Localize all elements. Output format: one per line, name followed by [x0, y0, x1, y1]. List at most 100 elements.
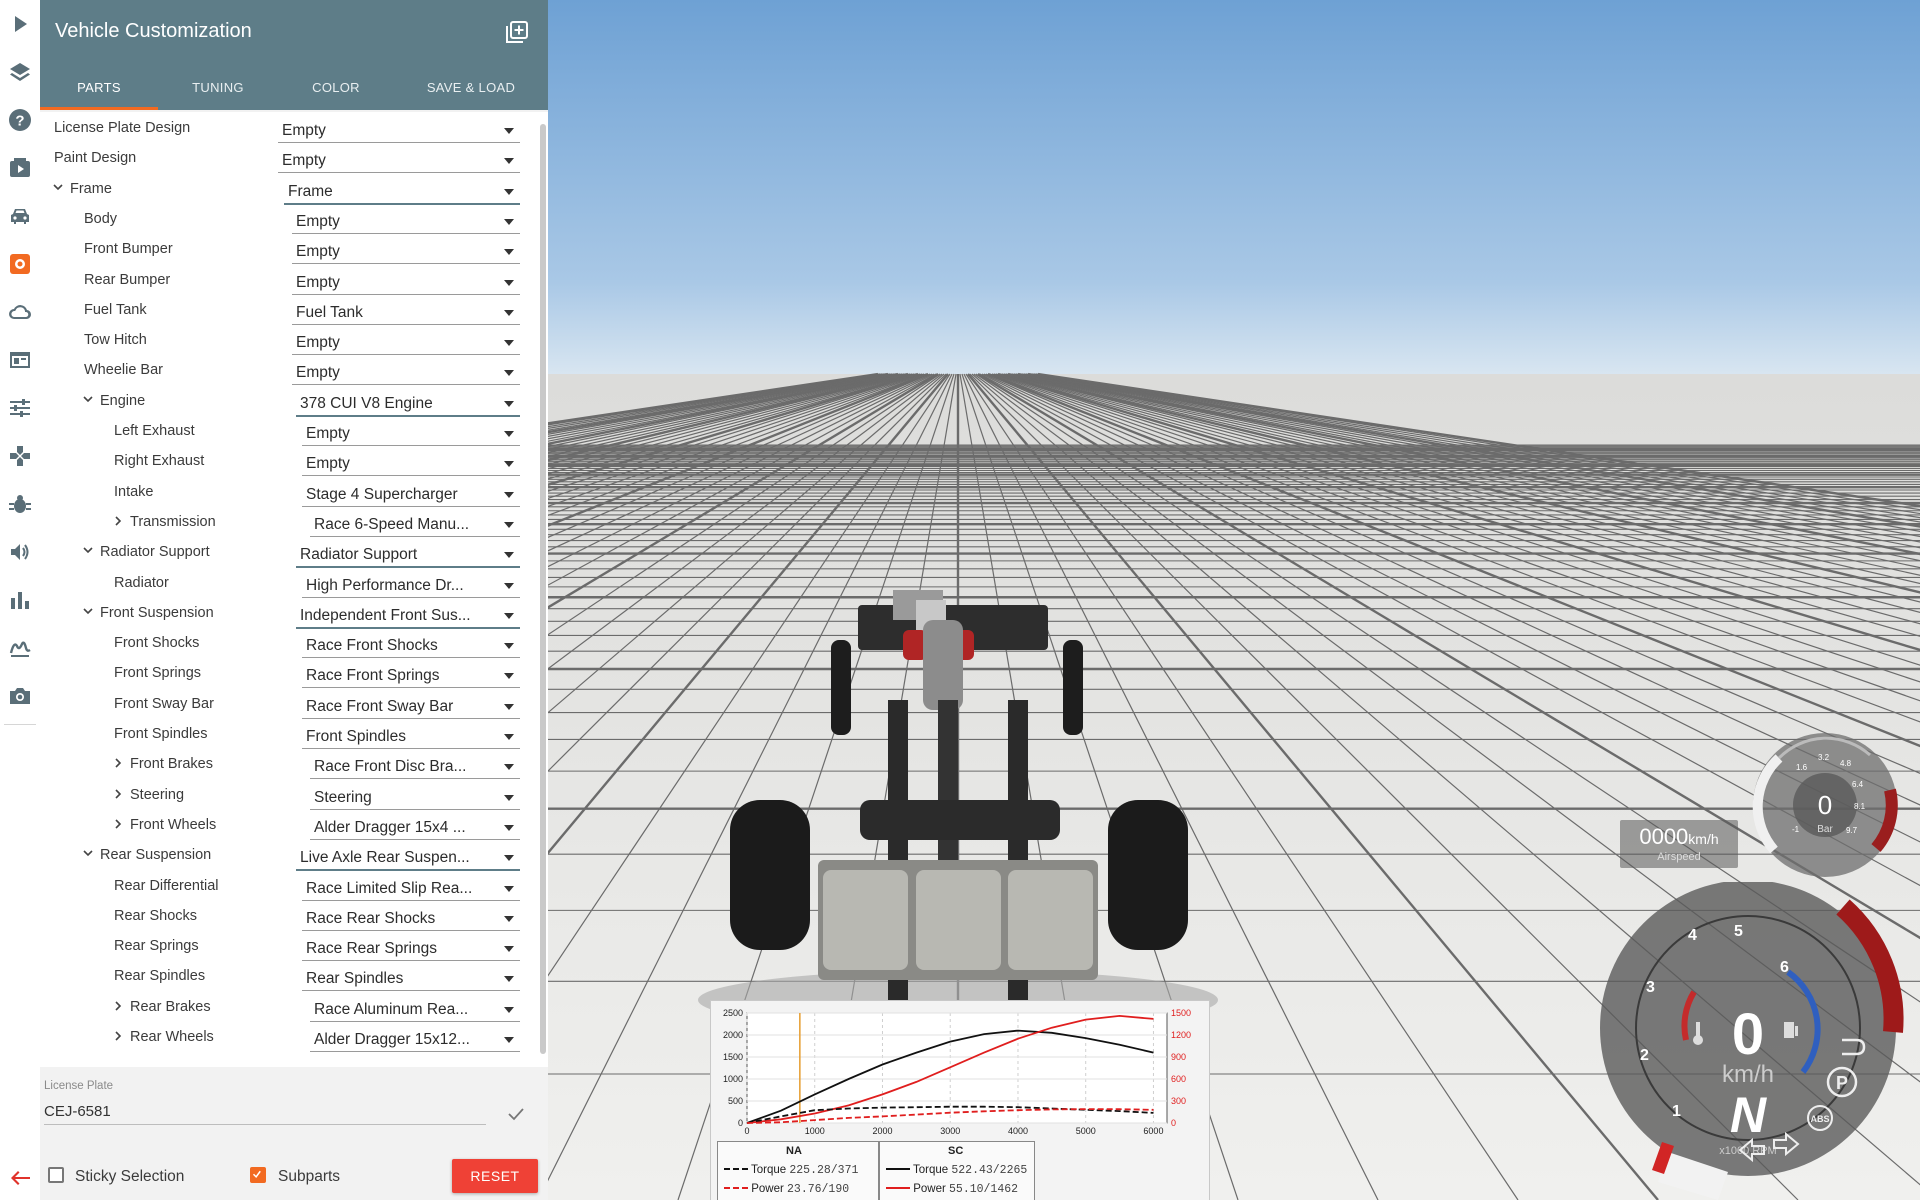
- sticky-selection-checkbox[interactable]: [48, 1167, 64, 1183]
- chevron-down-icon[interactable]: [52, 179, 66, 197]
- stats-icon[interactable]: [6, 586, 34, 614]
- part-select[interactable]: Stage 4 Supercharger: [302, 480, 520, 507]
- part-row[interactable]: Front Springs Race Front Springs: [40, 659, 540, 689]
- chevron-down-icon[interactable]: [82, 845, 96, 863]
- chevron-down-icon[interactable]: [82, 391, 96, 409]
- part-select[interactable]: Steering: [310, 783, 520, 810]
- reset-button[interactable]: RESET: [452, 1159, 538, 1193]
- part-select[interactable]: Race Front Sway Bar: [302, 692, 520, 719]
- part-row[interactable]: Front Shocks Race Front Shocks: [40, 629, 540, 659]
- tab-color[interactable]: COLOR: [278, 80, 394, 95]
- part-row[interactable]: License Plate Design Empty: [40, 114, 540, 144]
- part-select[interactable]: Race Front Shocks: [302, 631, 520, 659]
- help-icon[interactable]: ?: [6, 106, 34, 134]
- camera-icon[interactable]: [6, 682, 34, 710]
- part-row[interactable]: Engine 378 CUI V8 Engine: [40, 387, 540, 417]
- 3d-viewport[interactable]: 0000km/h Airspeed 0 Bar 1.6 3.2 4.8 6.4 …: [548, 0, 1920, 1200]
- part-select[interactable]: Empty: [278, 146, 520, 174]
- part-row[interactable]: Paint Design Empty: [40, 144, 540, 174]
- part-row[interactable]: Rear Springs Race Rear Springs: [40, 932, 540, 962]
- chevron-down-icon[interactable]: [82, 603, 96, 621]
- part-row[interactable]: Fuel Tank Fuel Tank: [40, 296, 540, 326]
- part-select[interactable]: Race Rear Shocks: [302, 904, 520, 931]
- part-select[interactable]: Independent Front Sus...: [296, 601, 520, 629]
- part-select[interactable]: Empty: [278, 116, 520, 143]
- part-select[interactable]: Race 6-Speed Manu...: [310, 510, 520, 537]
- part-row[interactable]: Tow Hitch Empty: [40, 326, 540, 356]
- part-select[interactable]: Empty: [292, 207, 520, 234]
- part-select[interactable]: Alder Dragger 15x12...: [310, 1025, 520, 1052]
- part-row[interactable]: Wheelie Bar Empty: [40, 356, 540, 386]
- gamepad-icon[interactable]: [6, 442, 34, 470]
- sliders-icon[interactable]: [6, 394, 34, 422]
- video-icon[interactable]: [6, 154, 34, 182]
- part-row[interactable]: Rear Suspension Live Axle Rear Suspen...: [40, 841, 540, 872]
- part-row[interactable]: Rear Shocks Race Rear Shocks: [40, 902, 540, 932]
- part-row[interactable]: Rear Bumper Empty: [40, 266, 540, 296]
- part-row[interactable]: Rear Wheels Alder Dragger 15x12...: [40, 1023, 540, 1053]
- chevron-right-icon[interactable]: [112, 754, 126, 772]
- check-icon[interactable]: [506, 1104, 526, 1124]
- tab-save-load[interactable]: SAVE & LOAD: [394, 80, 548, 95]
- tab-parts[interactable]: PARTS: [40, 80, 158, 95]
- back-arrow-icon[interactable]: [6, 1164, 34, 1192]
- chevron-down-icon[interactable]: [82, 542, 96, 560]
- part-select[interactable]: Race Rear Springs: [302, 934, 520, 962]
- part-row[interactable]: Left Exhaust Empty: [40, 417, 540, 447]
- part-row[interactable]: Front Brakes Race Front Disc Bra...: [40, 750, 540, 780]
- cloud-icon[interactable]: [6, 298, 34, 326]
- part-row[interactable]: Front Sway Bar Race Front Sway Bar: [40, 690, 540, 720]
- part-row[interactable]: Frame Frame: [40, 175, 540, 205]
- play-icon[interactable]: [6, 10, 34, 38]
- part-row[interactable]: Transmission Race 6-Speed Manu...: [40, 508, 540, 538]
- sound-icon[interactable]: [6, 538, 34, 566]
- part-select[interactable]: Fuel Tank: [292, 298, 520, 325]
- part-select[interactable]: Alder Dragger 15x4 ...: [310, 813, 520, 840]
- chevron-right-icon[interactable]: [112, 785, 126, 803]
- part-select[interactable]: Front Spindles: [302, 722, 520, 749]
- part-select[interactable]: Race Front Springs: [302, 661, 520, 689]
- part-row[interactable]: Front Bumper Empty: [40, 235, 540, 265]
- part-select[interactable]: Frame: [284, 177, 520, 205]
- part-row[interactable]: Front Wheels Alder Dragger 15x4 ...: [40, 811, 540, 841]
- part-row[interactable]: Intake Stage 4 Supercharger: [40, 478, 540, 508]
- part-select[interactable]: Race Limited Slip Rea...: [302, 874, 520, 901]
- part-select[interactable]: Empty: [292, 268, 520, 295]
- part-select[interactable]: Empty: [292, 358, 520, 386]
- part-row[interactable]: Front Spindles Front Spindles: [40, 720, 540, 750]
- part-select[interactable]: Empty: [302, 419, 520, 446]
- chevron-right-icon[interactable]: [112, 512, 126, 530]
- license-plate-input[interactable]: [44, 1098, 486, 1125]
- chevron-right-icon[interactable]: [112, 815, 126, 833]
- car-icon[interactable]: [6, 202, 34, 230]
- part-select[interactable]: Empty: [302, 449, 520, 477]
- part-select[interactable]: Empty: [292, 237, 520, 265]
- tab-tuning[interactable]: TUNING: [158, 80, 278, 95]
- chevron-right-icon[interactable]: [112, 997, 126, 1015]
- part-select[interactable]: 378 CUI V8 Engine: [296, 389, 520, 417]
- part-select[interactable]: Race Aluminum Rea...: [310, 995, 520, 1022]
- part-row[interactable]: Right Exhaust Empty: [40, 447, 540, 477]
- part-row[interactable]: Steering Steering: [40, 781, 540, 811]
- parts-scrollbar[interactable]: [540, 124, 546, 1054]
- part-select[interactable]: Rear Spindles: [302, 964, 520, 992]
- add-window-icon[interactable]: [506, 21, 528, 43]
- part-row[interactable]: Body Empty: [40, 205, 540, 235]
- part-row[interactable]: Rear Spindles Rear Spindles: [40, 962, 540, 992]
- part-select[interactable]: Live Axle Rear Suspen...: [296, 843, 520, 872]
- bug-icon[interactable]: [6, 490, 34, 518]
- part-select[interactable]: Radiator Support: [296, 540, 520, 569]
- part-select[interactable]: Race Front Disc Bra...: [310, 752, 520, 780]
- signature-icon[interactable]: [6, 634, 34, 662]
- layers-icon[interactable]: [6, 58, 34, 86]
- part-row[interactable]: Rear Differential Race Limited Slip Rea..…: [40, 872, 540, 902]
- part-select[interactable]: High Performance Dr...: [302, 571, 520, 598]
- part-select[interactable]: Empty: [292, 328, 520, 356]
- part-row[interactable]: Front Suspension Independent Front Sus...: [40, 599, 540, 629]
- window-icon[interactable]: [6, 346, 34, 374]
- chevron-right-icon[interactable]: [112, 1027, 126, 1045]
- subparts-label[interactable]: Subparts: [278, 1168, 340, 1186]
- sticky-selection-label[interactable]: Sticky Selection: [75, 1168, 184, 1186]
- part-row[interactable]: Radiator Support Radiator Support: [40, 538, 540, 569]
- gear-icon[interactable]: [6, 250, 34, 278]
